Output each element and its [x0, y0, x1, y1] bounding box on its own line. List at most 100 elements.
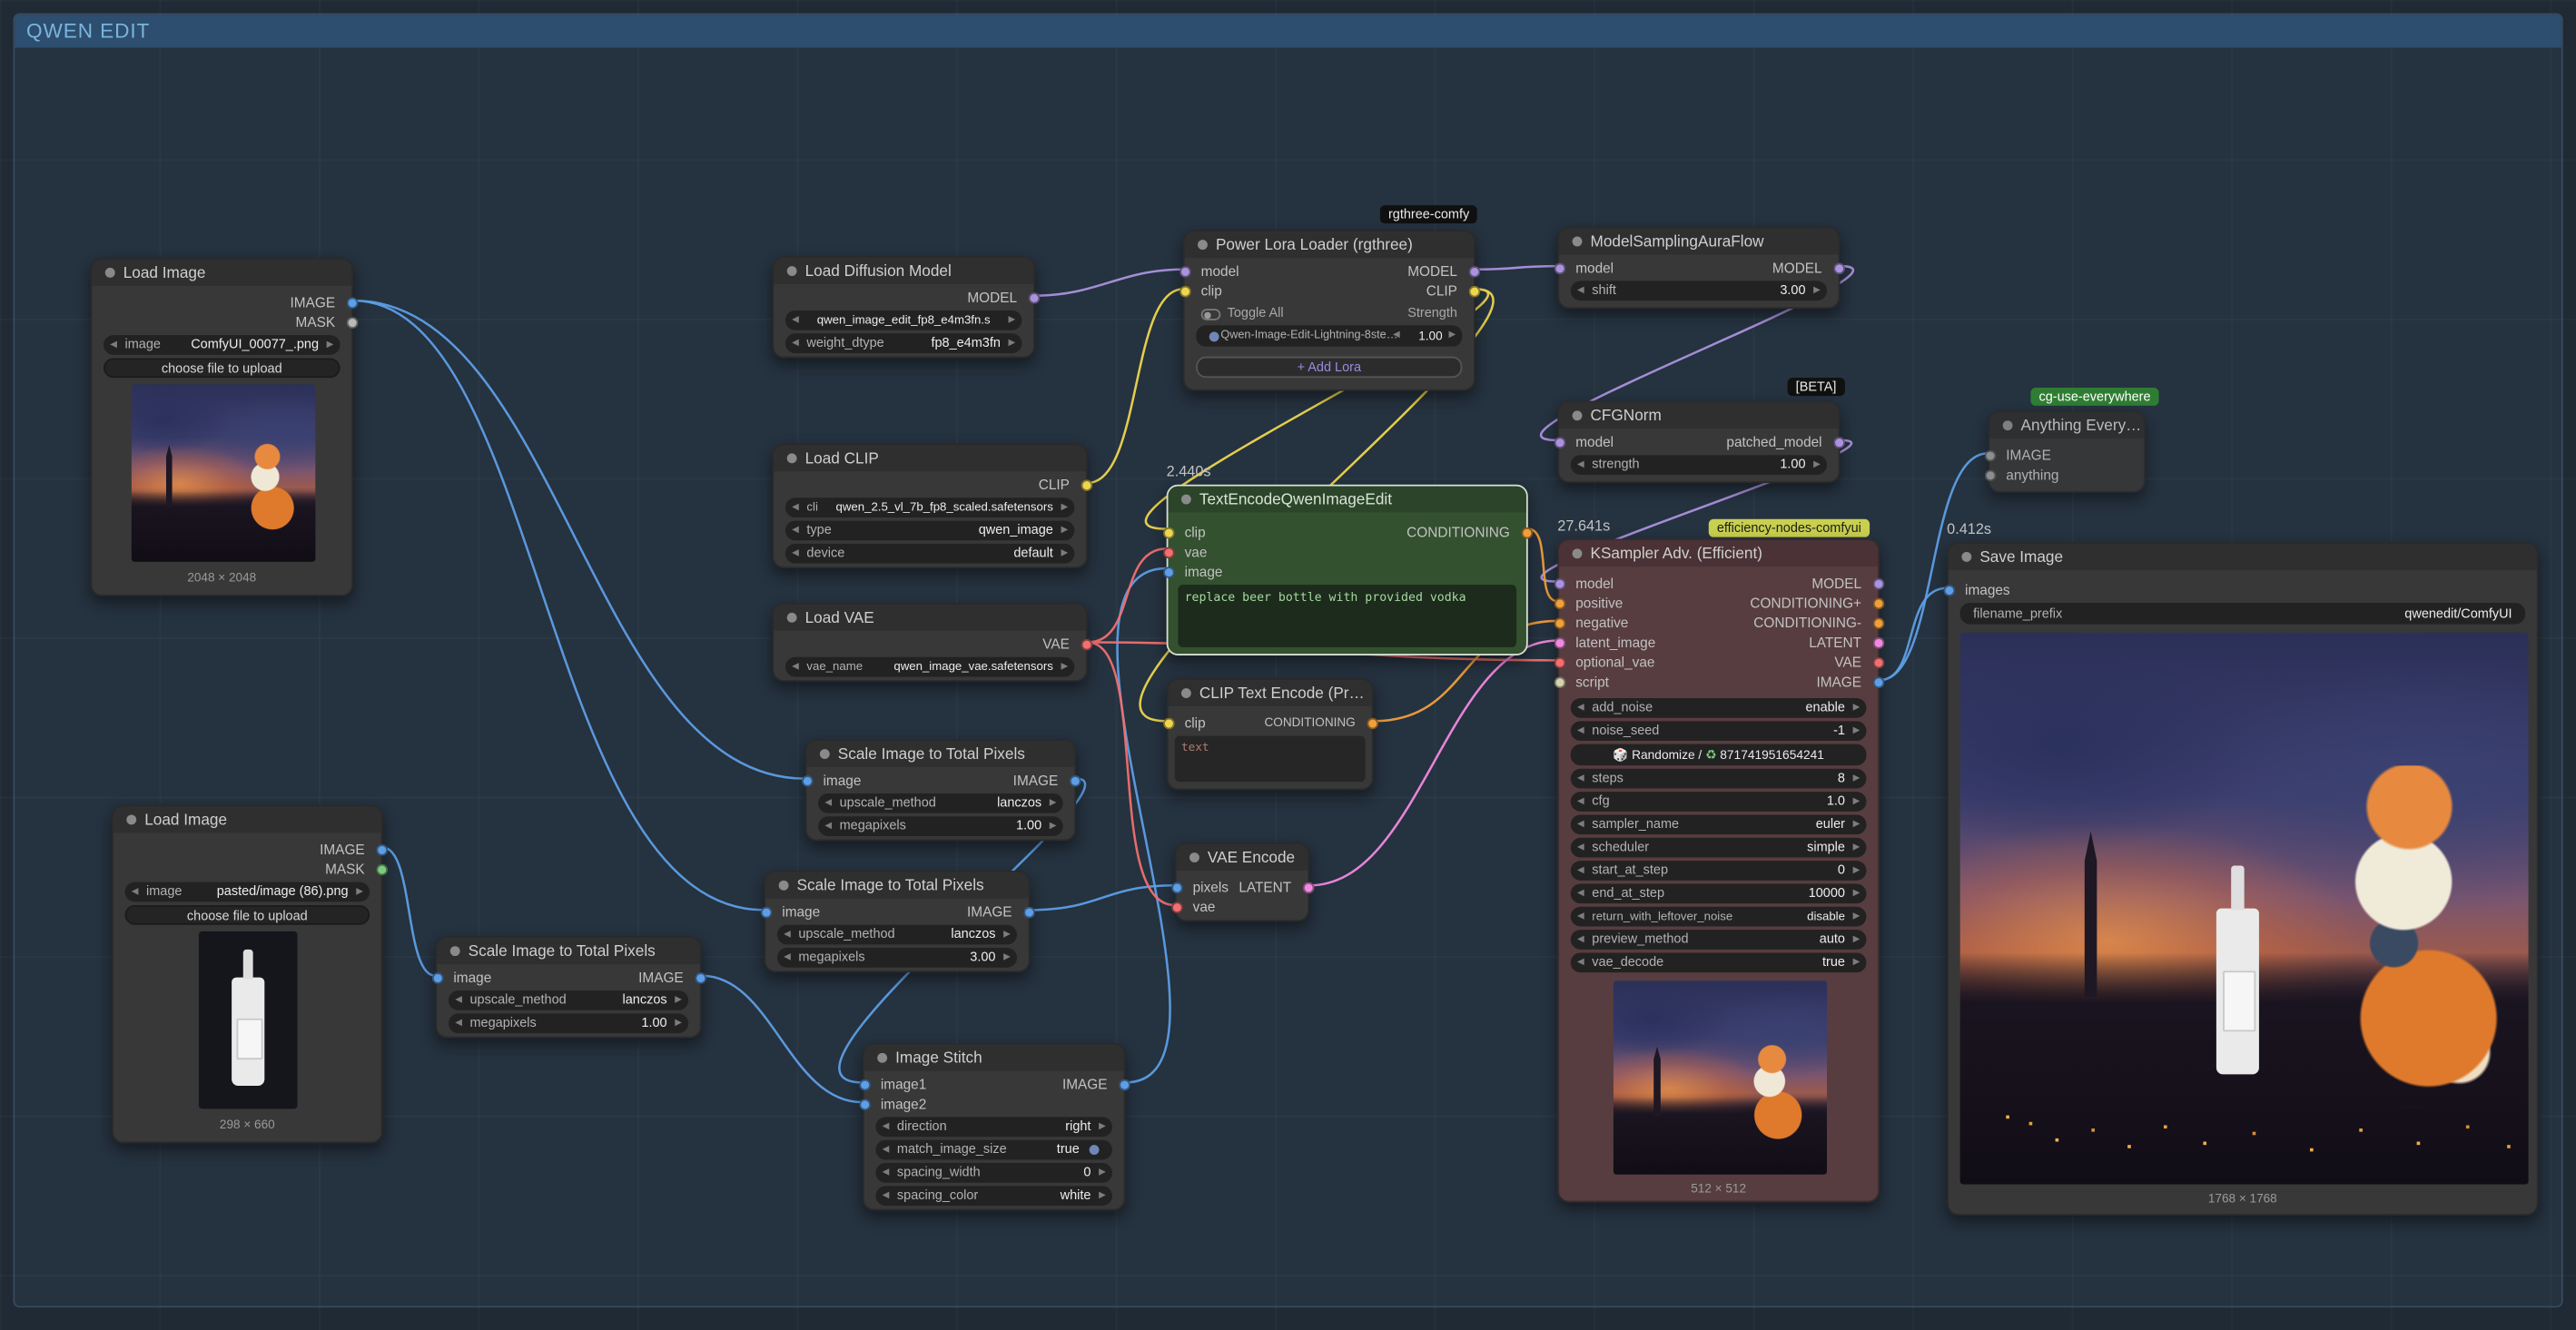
- node-title-bar[interactable]: Power Lora Loader (rgthree): [1185, 232, 1474, 258]
- prev-arrow-icon[interactable]: ◀: [883, 1186, 890, 1206]
- next-arrow-icon[interactable]: ▶: [1061, 544, 1068, 564]
- prev-arrow-icon[interactable]: ◀: [792, 544, 799, 564]
- input-port-image[interactable]: [1984, 449, 1996, 461]
- prev-arrow-icon[interactable]: ◀: [132, 882, 139, 902]
- node-title-bar[interactable]: Load Image: [92, 260, 351, 286]
- input-port-positive[interactable]: [1554, 597, 1565, 609]
- next-arrow-icon[interactable]: ▶: [1061, 657, 1068, 677]
- output-port-clip[interactable]: [1468, 285, 1480, 297]
- output-port-vae[interactable]: [1872, 656, 1884, 668]
- next-arrow-icon[interactable]: ▶: [1061, 521, 1068, 541]
- collapse-dot-icon[interactable]: [1961, 552, 1971, 562]
- output-port-image[interactable]: [694, 971, 706, 983]
- node-title-bar[interactable]: Image Stitch: [864, 1045, 1124, 1071]
- prev-arrow-icon[interactable]: ◀: [1577, 281, 1584, 300]
- node-title-bar[interactable]: TextEncodeQwenImageEdit: [1168, 487, 1525, 513]
- prev-arrow-icon[interactable]: ◀: [792, 333, 799, 353]
- node-title-bar[interactable]: Load VAE: [774, 605, 1086, 631]
- prev-arrow-icon[interactable]: ◀: [1577, 930, 1584, 950]
- prev-arrow-icon[interactable]: ◀: [1577, 792, 1584, 812]
- return-with-leftover-noise-widget[interactable]: ◀return_with_leftover_noisedisable▶: [1571, 907, 1867, 927]
- output-port-mask[interactable]: [375, 863, 387, 875]
- lora-enabled-toggle[interactable]: [1209, 331, 1219, 341]
- node-scale-vodka[interactable]: Scale Image to Total Pixels imageIMAGE ◀…: [435, 936, 701, 1038]
- input-port-model[interactable]: [1554, 262, 1565, 274]
- group-header[interactable]: QWEN EDIT: [15, 15, 2561, 47]
- output-port-image[interactable]: [375, 843, 387, 855]
- input-port-image2[interactable]: [858, 1098, 870, 1110]
- prev-arrow-icon[interactable]: ◀: [784, 948, 791, 968]
- image-combo-widget[interactable]: ◀imagepasted/image (86).png▶: [125, 882, 370, 902]
- choose-file-button[interactable]: choose file to upload: [104, 358, 341, 378]
- prev-arrow-icon[interactable]: ◀: [883, 1140, 890, 1160]
- node-load-clip[interactable]: Load CLIP CLIP ◀cliqwen_2.5_vl_7b_fp8_sc…: [772, 444, 1087, 569]
- prev-arrow-icon[interactable]: ◀: [1577, 698, 1584, 718]
- output-port-image[interactable]: [1069, 774, 1081, 786]
- prev-arrow-icon[interactable]: ◀: [455, 1013, 462, 1033]
- node-title-bar[interactable]: KSampler Adv. (Efficient): [1559, 540, 1878, 566]
- prev-arrow-icon[interactable]: ◀: [1577, 721, 1584, 741]
- collapse-dot-icon[interactable]: [450, 946, 460, 956]
- prev-arrow-icon[interactable]: ◀: [883, 1117, 890, 1137]
- node-load-vae[interactable]: Load VAE VAE ◀vae_nameqwen_image_vae.saf…: [772, 603, 1087, 682]
- megapixels-widget[interactable]: ◀megapixels1.00▶: [449, 1013, 688, 1033]
- vae-name-widget[interactable]: ◀vae_nameqwen_image_vae.safetensors▶: [785, 657, 1074, 677]
- node-text-encode-qwen-image-edit[interactable]: TextEncodeQwenImageEdit clipCONDITIONING…: [1167, 485, 1528, 655]
- lora-row[interactable]: Qwen-Image-Edit-Lightning-8ste…▶1.00◀: [1196, 325, 1462, 347]
- weight-dtype-widget[interactable]: ◀weight_dtypefp8_e4m3fn▶: [785, 333, 1022, 353]
- output-port-image[interactable]: [1872, 676, 1884, 688]
- node-ksampler-adv-efficient[interactable]: KSampler Adv. (Efficient) modelMODEL pos…: [1557, 538, 1880, 1202]
- match-image-size-toggle[interactable]: ◀match_image_sizetrue: [875, 1140, 1112, 1160]
- input-port-images[interactable]: [1943, 584, 1955, 596]
- output-port-clip[interactable]: [1081, 478, 1092, 490]
- input-port-image[interactable]: [1162, 566, 1174, 577]
- node-vae-encode[interactable]: VAE Encode pixels LATENT vae: [1175, 842, 1309, 921]
- next-arrow-icon[interactable]: ▶: [356, 882, 363, 902]
- prompt-textarea[interactable]: text: [1175, 736, 1366, 783]
- next-arrow-icon[interactable]: ▶: [1099, 1163, 1106, 1183]
- steps-widget[interactable]: ◀steps8▶: [1571, 769, 1867, 789]
- input-port-image[interactable]: [431, 971, 443, 983]
- output-port-patched-model[interactable]: [1832, 436, 1844, 448]
- next-arrow-icon[interactable]: ▶: [1853, 883, 1860, 903]
- node-title-bar[interactable]: Anything Every…: [1989, 412, 2144, 438]
- prev-arrow-icon[interactable]: ◀: [1577, 769, 1584, 789]
- collapse-dot-icon[interactable]: [787, 266, 797, 276]
- node-title-bar[interactable]: Save Image: [1949, 544, 2537, 570]
- vae-decode-widget[interactable]: ◀vae_decodetrue▶: [1571, 952, 1867, 972]
- node-title-bar[interactable]: Load Diffusion Model: [774, 258, 1033, 284]
- input-port-latent-image[interactable]: [1554, 636, 1565, 648]
- megapixels-widget[interactable]: ◀megapixels3.00▶: [777, 948, 1017, 968]
- next-arrow-icon[interactable]: ▶: [327, 335, 334, 355]
- next-arrow-icon[interactable]: ▶: [1853, 792, 1860, 812]
- collapse-dot-icon[interactable]: [1181, 495, 1191, 505]
- collapse-dot-icon[interactable]: [105, 268, 115, 278]
- prev-arrow-icon[interactable]: ◀: [883, 1163, 890, 1183]
- prev-arrow-icon[interactable]: ◀: [1577, 838, 1584, 858]
- input-port-clip[interactable]: [1162, 527, 1174, 538]
- next-arrow-icon[interactable]: ▶: [1853, 814, 1860, 834]
- strength-widget[interactable]: ◀strength1.00▶: [1571, 455, 1827, 475]
- node-title-bar[interactable]: Load Image: [114, 806, 381, 832]
- collapse-dot-icon[interactable]: [877, 1053, 887, 1063]
- prev-arrow-icon[interactable]: ◀: [110, 335, 117, 355]
- prev-arrow-icon[interactable]: ◀: [1577, 907, 1584, 927]
- prev-arrow-icon[interactable]: ◀: [1577, 883, 1584, 903]
- next-arrow-icon[interactable]: ▶: [1853, 838, 1860, 858]
- node-title-bar[interactable]: Scale Image to Total Pixels: [765, 872, 1029, 899]
- node-anything-everywhere[interactable]: Anything Every… IMAGE anything: [1988, 410, 2146, 492]
- collapse-dot-icon[interactable]: [1573, 410, 1583, 420]
- prev-arrow-icon[interactable]: ◀: [792, 521, 799, 541]
- collapse-dot-icon[interactable]: [126, 814, 136, 824]
- spacing-color-widget[interactable]: ◀spacing_colorwhite▶: [875, 1186, 1112, 1206]
- next-arrow-icon[interactable]: ▶: [1003, 925, 1011, 945]
- toggle-all-icon[interactable]: [1201, 309, 1221, 320]
- node-title-bar[interactable]: Scale Image to Total Pixels: [806, 741, 1074, 767]
- prev-arrow-icon[interactable]: ◀: [1393, 325, 1400, 347]
- input-port-anything[interactable]: [1984, 469, 1996, 481]
- output-port-conditioning[interactable]: [1367, 717, 1378, 729]
- sampler-name-widget[interactable]: ◀sampler_nameeuler▶: [1571, 814, 1867, 834]
- input-port-optional-vae[interactable]: [1554, 656, 1565, 668]
- output-port-conditioning-plus[interactable]: [1872, 597, 1884, 609]
- output-port-vae[interactable]: [1081, 638, 1092, 650]
